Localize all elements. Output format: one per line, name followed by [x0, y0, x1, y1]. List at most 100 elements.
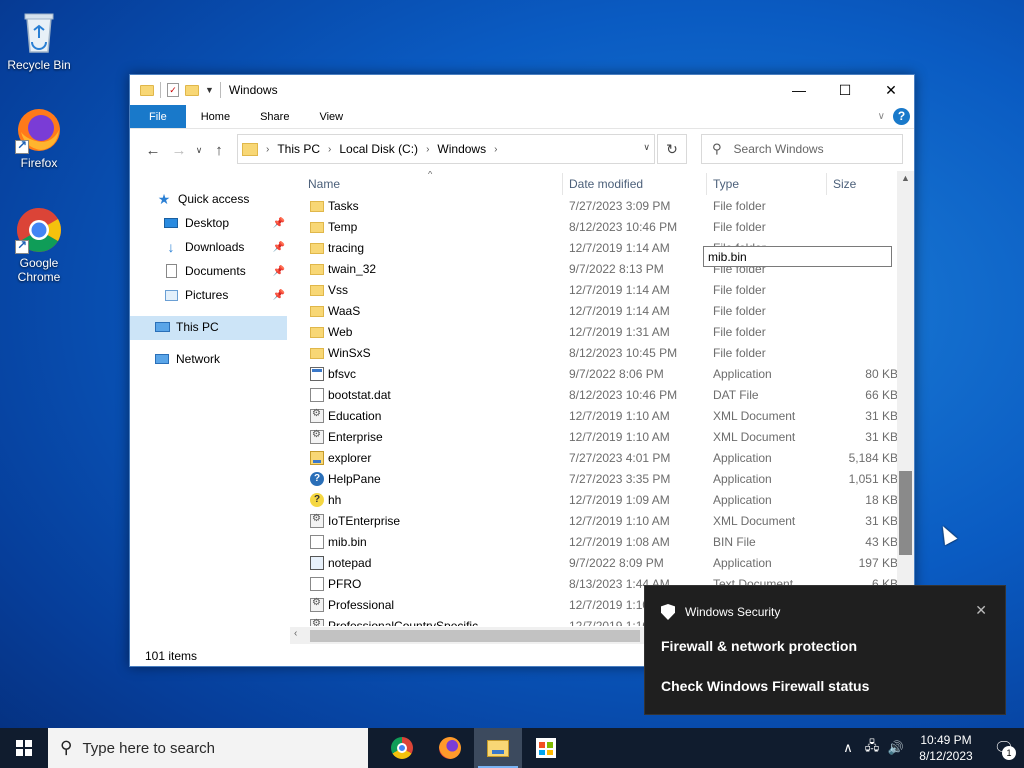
- maximize-button[interactable]: ☐: [822, 75, 868, 105]
- pin-icon[interactable]: 📌: [273, 266, 285, 277]
- back-arrow-icon[interactable]: ←: [140, 142, 166, 159]
- file-row[interactable]: ? hh 12/7/2019 1:09 AM Application 18 KB: [302, 490, 898, 511]
- file-row[interactable]: WaaS 12/7/2019 1:14 AM File folder: [302, 301, 898, 322]
- tab-home[interactable]: Home: [186, 105, 245, 128]
- scrollbar-thumb[interactable]: [310, 630, 640, 642]
- file-type: XML Document: [713, 514, 796, 528]
- chevron-down-icon[interactable]: ∨: [643, 142, 650, 153]
- file-row[interactable]: Web 12/7/2019 1:31 AM File folder: [302, 322, 898, 343]
- minimize-button[interactable]: —: [776, 75, 822, 105]
- file-row[interactable]: ? HelpPane 7/27/2023 3:35 PM Application 1,0…: [302, 469, 898, 490]
- desktop-icon-chrome[interactable]: Google Chrome: [0, 206, 78, 284]
- column-divider[interactable]: [562, 173, 563, 195]
- taskbar-store[interactable]: [522, 728, 570, 768]
- desktop-icon-firefox[interactable]: Firefox: [0, 106, 78, 170]
- refresh-button[interactable]: ↻: [657, 134, 687, 164]
- new-folder-icon[interactable]: [185, 84, 199, 96]
- tab-share[interactable]: Share: [245, 105, 304, 128]
- address-bar[interactable]: › This PC › Local Disk (C:) › Windows › …: [237, 134, 655, 164]
- file-row[interactable]: explorer 7/27/2023 4:01 PM Application 5,18…: [302, 448, 898, 469]
- file-row[interactable]: bootstat.dat 8/12/2023 10:46 PM DAT File 66…: [302, 385, 898, 406]
- file-row[interactable]: Enterprise 12/7/2019 1:10 AM XML Document 3…: [302, 427, 898, 448]
- file-row[interactable]: WinSxS 8/12/2023 10:45 PM File folder: [302, 343, 898, 364]
- chevron-right-icon[interactable]: ›: [494, 144, 497, 155]
- close-icon[interactable]: ✕: [975, 602, 987, 619]
- column-header-date[interactable]: Date modified: [569, 177, 643, 191]
- column-header-type[interactable]: Type: [713, 177, 739, 191]
- column-divider[interactable]: [826, 173, 827, 195]
- column-header-size[interactable]: Size: [833, 177, 856, 191]
- close-button[interactable]: ✕: [868, 75, 914, 105]
- pin-icon[interactable]: 📌: [273, 290, 285, 301]
- column-header-name[interactable]: Name: [308, 177, 340, 191]
- file-name: hh: [328, 493, 342, 507]
- scroll-up-icon[interactable]: ▲: [901, 173, 910, 183]
- nav-item-label: Desktop: [185, 216, 230, 230]
- taskbar-search-box[interactable]: ⚲ Type here to search: [48, 728, 368, 768]
- file-date: 12/7/2019 1:14 AM: [569, 241, 670, 255]
- file-row[interactable]: notepad 9/7/2022 8:09 PM Application 197 KB: [302, 553, 898, 574]
- taskbar-firefox[interactable]: [426, 728, 474, 768]
- file-type: File folder: [713, 199, 766, 213]
- title-bar[interactable]: ✓ ▼ Windows — ☐ ✕: [130, 75, 914, 105]
- download-icon: ↓: [167, 239, 175, 255]
- file-row[interactable]: Education 12/7/2019 1:10 AM XML Document 31…: [302, 406, 898, 427]
- pin-icon[interactable]: 📌: [273, 218, 285, 229]
- help-icon[interactable]: ?: [893, 108, 910, 125]
- chevron-right-icon[interactable]: ›: [266, 144, 269, 155]
- breadcrumb-this-pc[interactable]: This PC: [277, 142, 320, 156]
- desktop-icon-recycle-bin[interactable]: Recycle Bin: [0, 8, 78, 72]
- system-tray: ∧ 🖧 🔊 10:49 PM 8/12/2023 🗨 1: [836, 728, 1024, 768]
- nav-item-pictures[interactable]: Pictures 📌: [163, 284, 285, 306]
- nav-item-documents[interactable]: Documents 📌: [163, 260, 285, 282]
- start-button[interactable]: [0, 728, 48, 768]
- file-row[interactable]: Vss 12/7/2019 1:14 AM File folder: [302, 280, 898, 301]
- recent-locations-icon[interactable]: ∨: [192, 145, 206, 156]
- pin-icon[interactable]: 📌: [273, 242, 285, 253]
- notification-app-name: Windows Security: [685, 605, 781, 619]
- tab-view[interactable]: View: [304, 105, 358, 128]
- rename-input[interactable]: mib.bin: [703, 246, 892, 267]
- nav-item-network[interactable]: Network: [154, 348, 220, 370]
- action-center-button[interactable]: 🗨 1: [984, 728, 1024, 768]
- network-icon[interactable]: 🖧: [860, 737, 884, 759]
- breadcrumb-windows[interactable]: Windows: [437, 142, 486, 156]
- nav-item-this-pc[interactable]: This PC: [154, 316, 219, 338]
- file-name: Temp: [328, 220, 358, 234]
- file-name: Education: [328, 409, 382, 423]
- vertical-scrollbar[interactable]: ▲: [897, 171, 914, 626]
- file-row[interactable]: IoTEnterprise 12/7/2019 1:10 AM XML Docume…: [302, 511, 898, 532]
- clock-date: 8/12/2023: [919, 749, 973, 763]
- properties-icon[interactable]: ✓: [167, 83, 179, 97]
- nav-item-quick-access[interactable]: ★ Quick access: [156, 188, 250, 210]
- volume-icon[interactable]: 🔊: [884, 740, 908, 756]
- nav-item-desktop[interactable]: Desktop 📌: [163, 212, 285, 234]
- tab-file[interactable]: File: [130, 105, 186, 128]
- up-arrow-icon[interactable]: ↑: [206, 142, 232, 159]
- forward-arrow-icon[interactable]: →: [166, 142, 192, 159]
- nav-item-downloads[interactable]: ↓ Downloads 📌: [163, 236, 286, 258]
- scroll-left-icon[interactable]: ‹: [294, 628, 297, 639]
- breadcrumb-local-disk[interactable]: Local Disk (C:): [339, 142, 418, 156]
- file-name: IoTEnterprise: [328, 514, 401, 528]
- security-notification[interactable]: Windows Security ✕ Firewall & network pr…: [644, 585, 1006, 715]
- file-row[interactable]: mib.bin 12/7/2019 1:08 AM BIN File 43 KB: [302, 532, 898, 553]
- column-divider[interactable]: [706, 173, 707, 195]
- chevron-right-icon[interactable]: ›: [328, 144, 331, 155]
- chevron-right-icon[interactable]: ›: [426, 144, 429, 155]
- show-hidden-icons-icon[interactable]: ∧: [836, 740, 860, 756]
- file-row[interactable]: bfsvc 9/7/2022 8:06 PM Application 80 KB: [302, 364, 898, 385]
- shortcut-arrow-icon: [15, 138, 29, 154]
- scrollbar-thumb[interactable]: [899, 471, 912, 555]
- taskbar-file-explorer[interactable]: [474, 728, 522, 768]
- clock[interactable]: 10:49 PM 8/12/2023: [908, 732, 984, 764]
- search-input[interactable]: ⚲ Search Windows: [701, 134, 903, 164]
- sort-ascending-icon: ^: [428, 171, 433, 179]
- taskbar-chrome[interactable]: [378, 728, 426, 768]
- file-row[interactable]: Tasks 7/27/2023 3:09 PM File folder: [302, 196, 898, 217]
- file-row[interactable]: Temp 8/12/2023 10:46 PM File folder: [302, 217, 898, 238]
- file-date: 12/7/2019 1:08 AM: [569, 535, 670, 549]
- nav-item-label: Network: [176, 352, 221, 366]
- expand-ribbon-icon[interactable]: ∨: [878, 111, 885, 122]
- customize-toolbar-icon[interactable]: ▼: [205, 85, 214, 95]
